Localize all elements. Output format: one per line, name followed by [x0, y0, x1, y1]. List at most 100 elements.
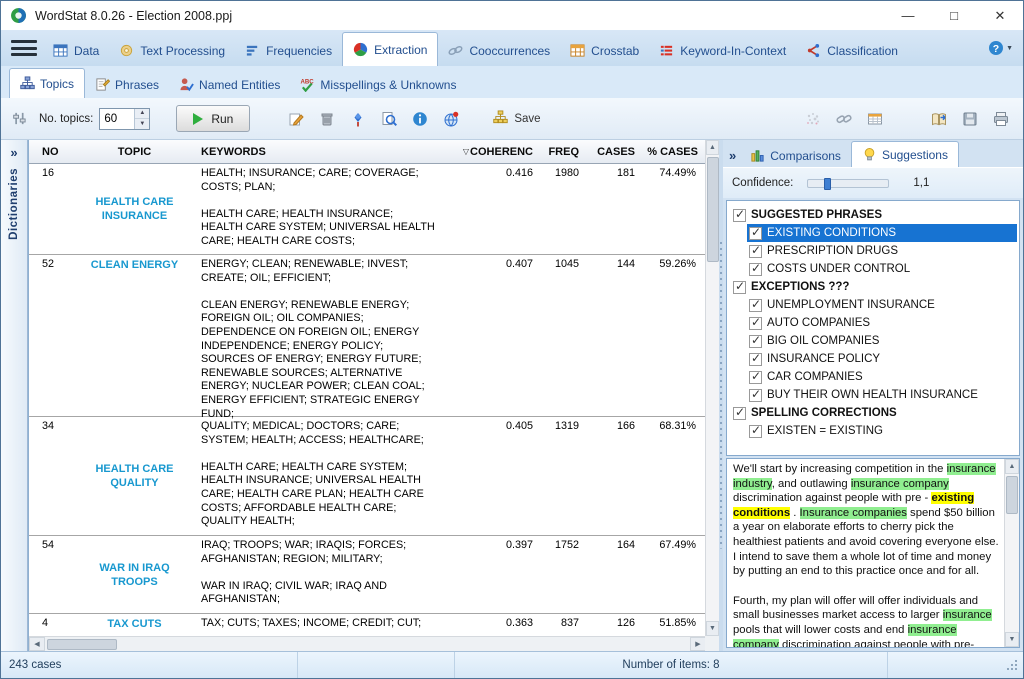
grid-button[interactable] [865, 109, 885, 129]
tab-crosstab[interactable]: Crosstab [560, 35, 649, 66]
preview-scroll-thumb[interactable] [1006, 476, 1018, 514]
run-button[interactable]: Run [176, 105, 250, 132]
maximize-button[interactable]: □ [931, 1, 977, 30]
checkbox[interactable] [749, 389, 762, 402]
scroll-up-button[interactable]: ▲ [1005, 459, 1019, 474]
checkbox[interactable] [749, 317, 762, 330]
column-header-cases[interactable]: CASES [587, 140, 643, 163]
checkbox[interactable] [749, 371, 762, 384]
expand-chevron-icon[interactable]: » [10, 145, 17, 160]
panel-tab-comparisons[interactable]: Comparisons [740, 144, 851, 167]
suggestion-item-big-oil-companies[interactable]: BIG OIL COMPANIES [747, 332, 1017, 350]
column-header-keywords[interactable]: KEYWORDS [193, 140, 459, 163]
column-header-freq[interactable]: FREQ [541, 140, 587, 163]
help-button[interactable]: ? ▼ [988, 40, 1013, 56]
stepper-down-button[interactable]: ▼ [135, 118, 149, 129]
subtab-named-entities[interactable]: Named Entities [169, 71, 290, 98]
tab-cooccurrences[interactable]: Cooccurrences [438, 35, 560, 66]
column-header-coherenc[interactable]: ▽COHERENC [459, 140, 541, 163]
vertical-scroll-thumb[interactable] [707, 157, 719, 262]
cell-no: 16 [29, 164, 76, 254]
scroll-right-button[interactable]: ▶ [690, 637, 706, 651]
checkbox[interactable] [749, 227, 762, 240]
checkbox[interactable] [733, 281, 746, 294]
confidence-slider-thumb[interactable] [824, 178, 831, 190]
horizontal-scrollbar[interactable]: ◀ ▶ [29, 636, 706, 651]
sparkles-button[interactable] [803, 109, 823, 129]
suggestion-item-exceptions[interactable]: EXCEPTIONS ??? [731, 278, 1017, 296]
suggestion-item-spelling-corrections[interactable]: SPELLING CORRECTIONS [731, 404, 1017, 422]
suggestion-item-suggested-phrases[interactable]: SUGGESTED PHRASES [731, 206, 1017, 224]
scrollbar-corner [705, 636, 719, 651]
floppy-button[interactable] [960, 109, 980, 129]
scroll-up-button[interactable]: ▲ [706, 140, 719, 155]
suggestion-item-costs-under-control[interactable]: COSTS UNDER CONTROL [747, 260, 1017, 278]
resize-grip[interactable] [1006, 659, 1019, 672]
confidence-slider[interactable] [807, 179, 889, 188]
plain-text: discrimination against people with pre - [733, 492, 931, 504]
tab-extraction[interactable]: Extraction [342, 32, 438, 66]
info-button[interactable] [410, 109, 430, 129]
checkbox[interactable] [749, 353, 762, 366]
globe-pin-button[interactable] [441, 109, 461, 129]
vertical-scrollbar[interactable]: ▲ ▼ [705, 140, 719, 636]
horizontal-scroll-thumb[interactable] [47, 639, 117, 650]
subtab-topics[interactable]: Topics [9, 68, 85, 98]
suggestion-item-existing-conditions[interactable]: EXISTING CONDITIONS [747, 224, 1017, 242]
search-doc-button[interactable] [379, 109, 399, 129]
table-row-topic-16[interactable]: 16HEALTH CARE INSURANCEHEALTH; INSURANCE… [29, 164, 706, 255]
tab-text-processing[interactable]: Text Processing [109, 35, 235, 66]
checkbox[interactable] [749, 263, 762, 276]
suggestion-item-buy-their-own-health-insurance[interactable]: BUY THEIR OWN HEALTH INSURANCE [747, 386, 1017, 404]
scroll-left-button[interactable]: ◀ [29, 637, 45, 651]
table-row-topic-54[interactable]: 54WAR IN IRAQ TROOPSIRAQ; TROOPS; WAR; I… [29, 536, 706, 614]
column-header-no[interactable]: NO [29, 140, 76, 163]
minimize-button[interactable]: — [885, 1, 931, 30]
table-row-topic-52[interactable]: 52CLEAN ENERGYENERGY; CLEAN; RENEWABLE; … [29, 255, 706, 417]
checkbox[interactable] [733, 209, 746, 222]
preview-scrollbar[interactable]: ▲ ▼ [1004, 459, 1019, 647]
stepper-up-button[interactable]: ▲ [135, 109, 149, 119]
suggestion-item-existen-existing[interactable]: EXISTEN = EXISTING [747, 422, 1017, 440]
pin-button[interactable] [348, 109, 368, 129]
table-row-topic-4[interactable]: 4TAX CUTSTAX; CUTS; TAXES; INCOME; CREDI… [29, 614, 706, 636]
suggestion-item-car-companies[interactable]: CAR COMPANIES [747, 368, 1017, 386]
suggestion-item-prescription-drugs[interactable]: PRESCRIPTION DRUGS [747, 242, 1017, 260]
printer-button[interactable] [991, 109, 1011, 129]
close-button[interactable]: ✕ [977, 1, 1023, 30]
scroll-down-button[interactable]: ▼ [1005, 632, 1019, 647]
tab-data[interactable]: Data [43, 35, 109, 66]
checkbox[interactable] [749, 299, 762, 312]
checkbox[interactable] [749, 335, 762, 348]
sliders-icon [12, 111, 27, 126]
column-header-cases[interactable]: % CASES [643, 140, 706, 163]
tab-frequencies[interactable]: Frequencies [235, 35, 342, 66]
sliders-button[interactable] [9, 109, 29, 129]
save-suggestions-button[interactable]: Save [493, 110, 540, 128]
chain-button[interactable] [834, 109, 854, 129]
subtab-phrases[interactable]: Phrases [85, 71, 169, 98]
suggestion-item-unemployment-insurance[interactable]: UNEMPLOYMENT INSURANCE [747, 296, 1017, 314]
checkbox[interactable] [733, 407, 746, 420]
gear-yellow-icon [119, 43, 134, 58]
no-topics-stepper[interactable]: ▲ ▼ [99, 108, 150, 130]
panel-tab-suggestions[interactable]: Suggestions [851, 141, 959, 167]
subtab-misspellings-unknowns[interactable]: ABCMisspellings & Unknowns [290, 71, 466, 98]
suggestion-item-auto-companies[interactable]: AUTO COMPANIES [747, 314, 1017, 332]
book-export-button[interactable] [929, 109, 949, 129]
tab-keyword-in-context[interactable]: Keyword-In-Context [649, 35, 796, 66]
edit-button[interactable] [286, 109, 306, 129]
suggestion-item-insurance-policy[interactable]: INSURANCE POLICY [747, 350, 1017, 368]
checkbox[interactable] [749, 245, 762, 258]
tab-classification[interactable]: Classification [796, 35, 908, 66]
trash-button[interactable] [317, 109, 337, 129]
subtab-misspellings-unknowns-label: Misspellings & Unknowns [320, 78, 456, 92]
dictionaries-collapsed-panel[interactable]: » Dictionaries [1, 140, 28, 651]
column-header-topic[interactable]: TOPIC [76, 140, 193, 163]
no-topics-input[interactable] [100, 109, 134, 129]
checkbox[interactable] [749, 425, 762, 438]
expand-chevron-icon[interactable]: » [729, 148, 736, 163]
table-row-topic-34[interactable]: 34HEALTH CARE QUALITYQUALITY; MEDICAL; D… [29, 417, 706, 536]
menu-hamburger-icon[interactable] [11, 40, 37, 56]
scroll-down-button[interactable]: ▼ [706, 621, 719, 636]
